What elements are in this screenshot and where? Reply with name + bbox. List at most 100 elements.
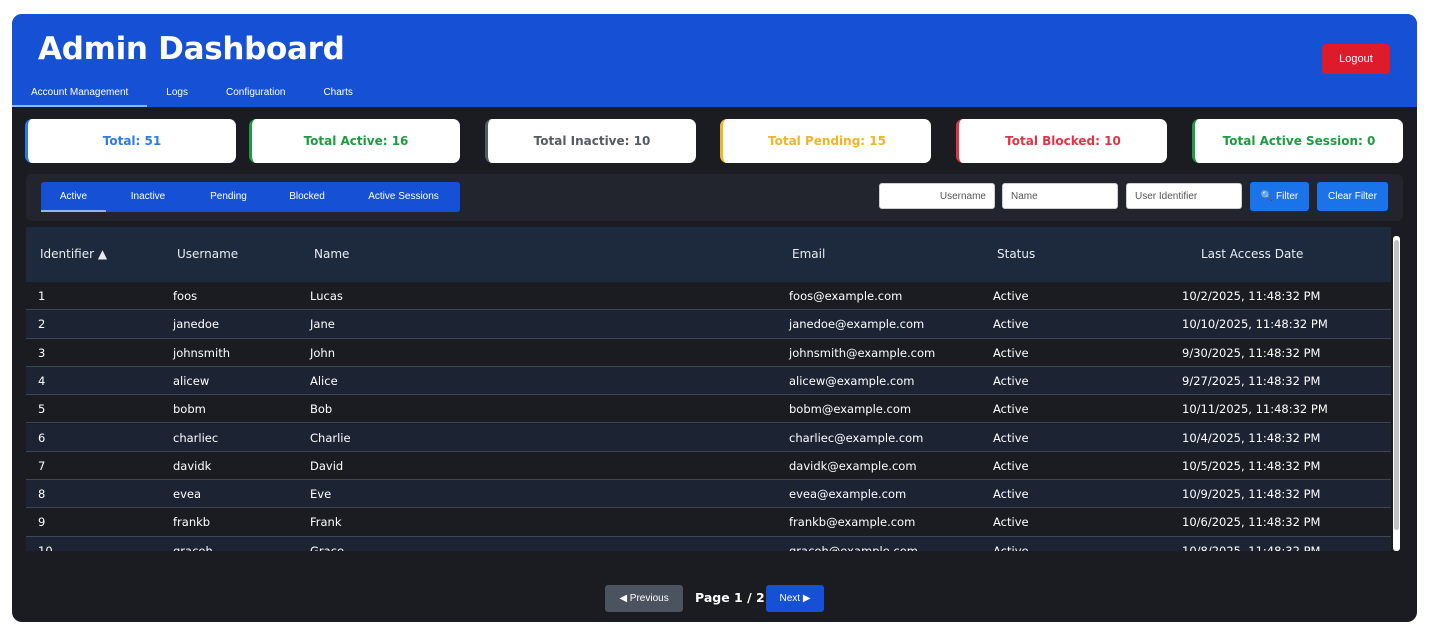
col-identifier[interactable]: Identifier ▲ [40,247,107,261]
cell-status: Active [993,515,1029,530]
table-row[interactable]: 2 janedoe Jane janedoe@example.com Active 10/… [26,310,1391,339]
cell-username: graceh [173,543,213,551]
cell-username: alicew [173,373,210,388]
cell-username: johnsmith [173,345,230,360]
previous-button[interactable]: ◀ Previous [605,585,683,612]
cell-identifier: 4 [38,373,46,388]
cell-status: Active [993,430,1029,445]
table-row[interactable]: 10 graceh Grace graceh@example.com Active 10/… [26,536,1391,551]
table-row[interactable]: 8 evea Eve evea@example.com Active 10/9/2025,… [26,480,1391,509]
cell-name: Jane [310,317,335,332]
cell-status: Active [993,402,1029,417]
cell-name: Charlie [310,430,351,445]
table-row[interactable]: 1 foos Lucas foos@example.com Active 10/2/202… [26,282,1391,311]
status-tabs: Active Inactive Pending Blocked Active S… [41,182,460,212]
col-email[interactable]: Email [792,247,825,261]
cell-email: evea@example.com [789,487,907,502]
tab-account-management[interactable]: Account Management [12,80,148,107]
cell-status: Active [993,289,1029,303]
cell-name: John [310,345,336,360]
tab-configuration[interactable]: Configuration [207,80,304,107]
cell-name: Frank [310,515,342,530]
stat-total-blocked: Total Blocked: 10 [956,119,1167,163]
cell-last-access: 10/8/2025, 11:48:32 PM [1182,543,1321,551]
stat-total-pending: Total Pending: 15 [720,119,931,163]
name-input[interactable] [1002,183,1118,209]
col-status[interactable]: Status [997,247,1035,261]
table-row[interactable]: 7 davidk David davidk@example.com Active 10/5… [26,451,1391,481]
cell-email: frankb@example.com [789,515,916,530]
cell-identifier: 9 [38,515,46,530]
header-bar: Admin Dashboard Logout Account Managemen… [12,14,1417,107]
status-tab-pending[interactable]: Pending [190,182,267,212]
cell-username: bobm [173,402,206,417]
cell-status: Active [993,458,1029,473]
cell-identifier: 1 [38,289,46,303]
cell-username: frankb [173,515,211,530]
cell-username: charliec [173,430,219,445]
table-header: Identifier ▲ Username Name Email Status … [26,227,1391,282]
cell-username: evea [173,487,202,502]
cell-last-access: 10/10/2025, 11:48:32 PM [1182,317,1328,332]
cell-identifier: 6 [38,430,46,445]
stat-total-active: Total Active: 16 [249,119,460,163]
status-tab-active-sessions[interactable]: Active Sessions [347,182,460,212]
stats-row: Total: 51 Total Active: 16 Total Inactiv… [25,119,1404,163]
logout-button[interactable]: Logout [1322,44,1390,74]
cell-email: janedoe@example.com [789,317,925,332]
clear-filter-button[interactable]: Clear Filter [1317,182,1388,211]
cell-email: graceh@example.com [789,543,918,551]
user-identifier-input[interactable] [1126,183,1242,209]
cell-email: alicew@example.com [789,373,915,388]
cell-name: Grace [310,543,345,551]
cell-email: davidk@example.com [789,458,917,473]
cell-last-access: 10/11/2025, 11:48:32 PM [1182,402,1328,417]
col-name[interactable]: Name [314,247,349,261]
cell-identifier: 10 [38,543,53,551]
status-tab-inactive[interactable]: Inactive [106,182,190,212]
pagination: ◀ Previous Page 1 / 2 Next ▶ [12,585,1417,613]
cell-identifier: 7 [38,458,46,473]
cell-email: johnsmith@example.com [789,345,936,360]
table-row[interactable]: 3 johnsmith John johnsmith@example.com Activ… [26,338,1391,367]
table-scrollbar[interactable] [1393,236,1400,551]
status-tab-active[interactable]: Active [41,182,106,212]
cell-status: Active [993,373,1029,388]
cell-username: janedoe [173,317,220,332]
cell-name: Alice [310,373,338,388]
cell-last-access: 10/2/2025, 11:48:32 PM [1182,289,1321,303]
table-row[interactable]: 6 charliec Charlie charliec@example.com Acti… [26,423,1391,452]
cell-email: foos@example.com [789,289,903,303]
cell-username: davidk [173,458,212,473]
cell-status: Active [993,345,1029,360]
tab-logs[interactable]: Logs [147,80,207,107]
col-last-access-date[interactable]: Last Access Date [1201,247,1303,261]
cell-identifier: 3 [38,345,46,360]
col-username[interactable]: Username [177,247,238,261]
cell-last-access: 9/27/2025, 11:48:32 PM [1182,373,1321,388]
cell-name: Eve [310,487,332,502]
table-row[interactable]: 9 frankb Frank frankb@example.com Active 10/6… [26,508,1391,537]
table-row[interactable]: 5 bobm Bob bobm@example.com Active 10/11/2025… [26,395,1391,424]
stat-total-inactive: Total Inactive: 10 [485,119,696,163]
cell-last-access: 10/4/2025, 11:48:32 PM [1182,430,1321,445]
cell-name: Bob [310,402,333,417]
next-button[interactable]: Next ▶ [766,585,824,612]
cell-name: Lucas [310,289,343,303]
cell-last-access: 10/9/2025, 11:48:32 PM [1182,487,1321,502]
table-row[interactable]: 4 alicew Alice alicew@example.com Active 9/27… [26,366,1391,396]
page-indicator: Page 1 / 2 [695,590,765,605]
cell-name: David [310,458,344,473]
status-tab-blocked[interactable]: Blocked [267,182,347,212]
filter-button[interactable]: 🔍 Filter [1250,182,1309,211]
username-input[interactable] [879,183,995,209]
admin-app: Admin Dashboard Logout Account Managemen… [12,14,1417,622]
cell-identifier: 8 [38,487,46,502]
cell-status: Active [993,317,1029,332]
tab-charts[interactable]: Charts [304,80,371,107]
cell-status: Active [993,543,1029,551]
main-nav: Account Management Logs Configuration Ch… [12,80,372,107]
scrollbar-thumb[interactable] [1394,240,1399,530]
cell-last-access: 9/30/2025, 11:48:32 PM [1182,345,1321,360]
cell-email: charliec@example.com [789,430,924,445]
